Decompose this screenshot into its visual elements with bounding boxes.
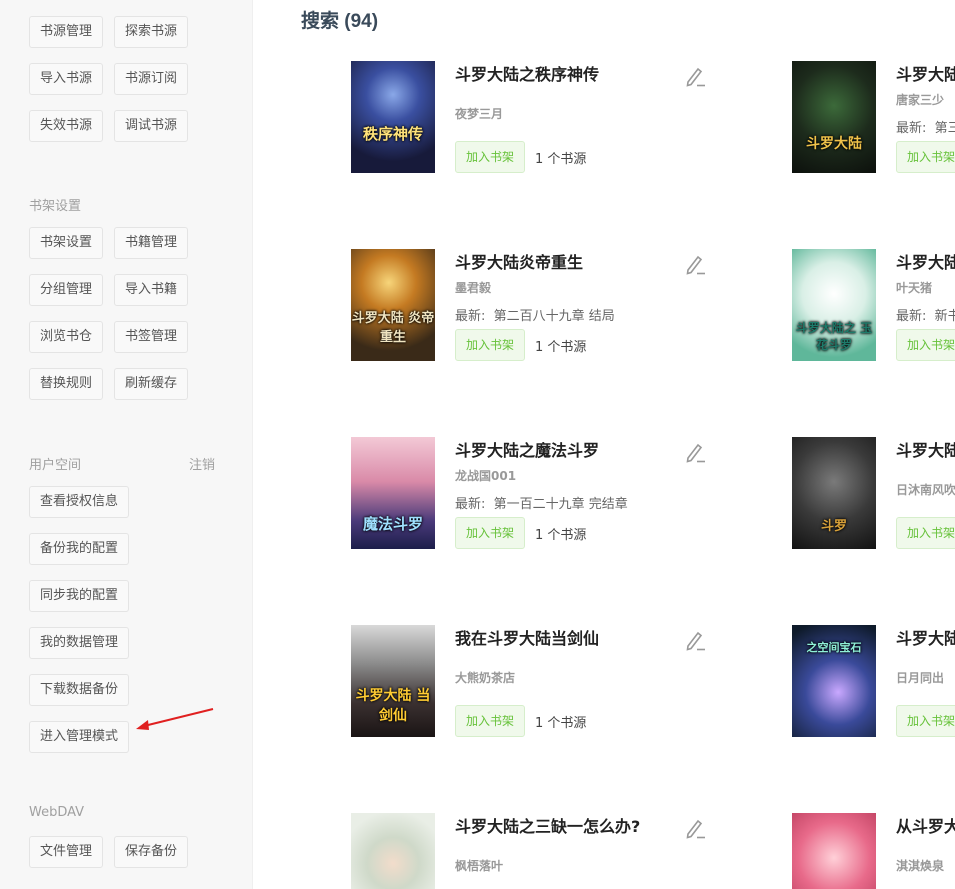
edit-icon[interactable]	[684, 817, 706, 839]
add-to-shelf-button[interactable]: 加入书架	[896, 517, 955, 549]
book-author: 夜梦三月	[455, 107, 504, 121]
shelf-settings-heading: 书架设置	[29, 199, 82, 214]
book-card[interactable]: 之空间宝石 斗罗大陆 日月同出 加入书架	[792, 625, 955, 745]
page-title: 搜索 (94)	[301, 11, 379, 32]
source-count: 1 个书源	[535, 716, 587, 731]
book-title[interactable]: 斗罗大陆	[896, 61, 955, 85]
add-to-shelf-button[interactable]: 加入书架	[455, 141, 526, 173]
enter-admin-mode-button[interactable]: 进入管理模式	[29, 721, 130, 753]
book-card[interactable]: 斗罗大陆之 玉花斗罗 斗罗大陆 叶天猪 最新: 新书 加入书架	[792, 249, 955, 369]
book-cover[interactable]: 斗罗大陆	[792, 61, 876, 173]
refresh-cache-button[interactable]: 刷新缓存	[114, 368, 189, 400]
book-author: 枫梧落叶	[455, 859, 504, 873]
book-card[interactable]: 斗罗大陆 当剑仙 我在斗罗大陆当剑仙 大熊奶茶店 加入书架 1 个书源	[351, 625, 731, 745]
shelf-settings-button[interactable]: 书架设置	[29, 227, 104, 259]
book-author: 龙战国001	[455, 469, 517, 483]
book-author: 墨君毅	[455, 281, 492, 295]
book-card[interactable]: 斗罗大陆之三缺一怎么办? 枫梧落叶	[351, 813, 731, 889]
book-card[interactable]: 斗罗 斗罗大陆 日沐南风吹 加入书架	[792, 437, 955, 557]
save-backup-button[interactable]: 保存备份	[114, 836, 189, 868]
file-manage-button[interactable]: 文件管理	[29, 836, 104, 868]
book-cover[interactable]: 斗罗大陆之 玉花斗罗	[792, 249, 876, 361]
import-books-button[interactable]: 导入书籍	[114, 274, 189, 306]
add-to-shelf-button[interactable]: 加入书架	[896, 705, 955, 737]
group-manage-button[interactable]: 分组管理	[29, 274, 104, 306]
import-source-button[interactable]: 导入书源	[29, 63, 104, 95]
book-cover[interactable]: 魔法斗罗	[351, 437, 435, 549]
download-backup-button[interactable]: 下载数据备份	[29, 674, 130, 706]
source-count: 1 个书源	[535, 528, 587, 543]
book-cover[interactable]: 斗罗大陆 炎帝重生	[351, 249, 435, 361]
book-title[interactable]: 斗罗大陆之秩序神传	[455, 61, 599, 85]
book-title[interactable]: 斗罗大陆	[896, 625, 955, 649]
source-count: 1 个书源	[535, 340, 587, 355]
sidebar: 书源管理 探索书源 导入书源 书源订阅 失效书源 调试书源 书架设置 书架设置 …	[0, 0, 253, 889]
book-title[interactable]: 我在斗罗大陆当剑仙	[455, 625, 599, 649]
replace-rules-button[interactable]: 替换规则	[29, 368, 104, 400]
book-author: 日月同出	[896, 671, 945, 685]
book-cover[interactable]: 之空间宝石	[792, 625, 876, 737]
book-card[interactable]: 从斗罗大 淇淇焕泉	[792, 813, 955, 889]
book-title[interactable]: 斗罗大陆之三缺一怎么办?	[455, 813, 640, 837]
view-license-button[interactable]: 查看授权信息	[29, 486, 130, 518]
edit-icon[interactable]	[684, 65, 706, 87]
edit-icon[interactable]	[684, 253, 706, 275]
book-card[interactable]: 斗罗大陆 炎帝重生 斗罗大陆炎帝重生 墨君毅 最新: 第二百八十九章 结局 加入…	[351, 249, 731, 369]
book-author: 日沐南风吹	[896, 483, 955, 497]
add-to-shelf-button[interactable]: 加入书架	[896, 141, 955, 173]
user-space-heading: 用户空间	[29, 458, 82, 473]
book-author: 唐家三少	[896, 93, 945, 107]
book-author: 叶天猪	[896, 281, 933, 295]
edit-icon[interactable]	[684, 629, 706, 651]
add-to-shelf-button[interactable]: 加入书架	[455, 517, 526, 549]
annotation-arrow	[136, 708, 214, 730]
explore-source-button[interactable]: 探索书源	[114, 16, 189, 48]
browse-warehouse-button[interactable]: 浏览书仓	[29, 321, 104, 353]
sync-config-button[interactable]: 同步我的配置	[29, 580, 130, 612]
book-cover[interactable]	[792, 813, 876, 889]
book-cover[interactable]: 秩序神传	[351, 61, 435, 173]
book-title[interactable]: 斗罗大陆之魔法斗罗	[455, 437, 599, 461]
book-author: 大熊奶茶店	[455, 671, 516, 685]
book-latest-chapter: 最新: 第一百二十九章 完结章	[455, 497, 628, 512]
edit-icon[interactable]	[684, 441, 706, 463]
search-results: 搜索 (94) 秩序神传 斗罗大陆之秩序神传 夜梦三月 加入书架 1 个书源 斗…	[253, 0, 955, 889]
webdav-heading: WebDAV	[29, 805, 85, 820]
book-manage-button[interactable]: 书籍管理	[114, 227, 189, 259]
book-title[interactable]: 从斗罗大	[896, 813, 955, 837]
book-author: 淇淇焕泉	[896, 859, 945, 873]
book-title[interactable]: 斗罗大陆	[896, 249, 955, 273]
book-card[interactable]: 魔法斗罗 斗罗大陆之魔法斗罗 龙战国001 最新: 第一百二十九章 完结章 加入…	[351, 437, 731, 557]
book-cover[interactable]: 斗罗	[792, 437, 876, 549]
book-cover[interactable]	[351, 813, 435, 889]
book-card[interactable]: 秩序神传 斗罗大陆之秩序神传 夜梦三月 加入书架 1 个书源	[351, 61, 731, 181]
source-count: 1 个书源	[535, 152, 587, 167]
book-latest-chapter: 最新: 第三	[896, 121, 955, 136]
book-cover[interactable]: 斗罗大陆 当剑仙	[351, 625, 435, 737]
book-title[interactable]: 斗罗大陆	[896, 437, 955, 461]
data-manage-button[interactable]: 我的数据管理	[29, 627, 130, 659]
book-title[interactable]: 斗罗大陆炎帝重生	[455, 249, 583, 273]
backup-config-button[interactable]: 备份我的配置	[29, 533, 130, 565]
source-manage-button[interactable]: 书源管理	[29, 16, 104, 48]
source-subscribe-button[interactable]: 书源订阅	[114, 63, 189, 95]
invalid-source-button[interactable]: 失效书源	[29, 110, 104, 142]
logout-link[interactable]: 注销	[189, 454, 215, 473]
book-latest-chapter: 最新: 新书	[896, 309, 955, 324]
add-to-shelf-button[interactable]: 加入书架	[896, 329, 955, 361]
add-to-shelf-button[interactable]: 加入书架	[455, 329, 526, 361]
bookmark-manage-button[interactable]: 书签管理	[114, 321, 189, 353]
book-latest-chapter: 最新: 第二百八十九章 结局	[455, 309, 615, 324]
debug-source-button[interactable]: 调试书源	[114, 110, 189, 142]
book-card[interactable]: 斗罗大陆 斗罗大陆 唐家三少 最新: 第三 加入书架	[792, 61, 955, 181]
add-to-shelf-button[interactable]: 加入书架	[455, 705, 526, 737]
